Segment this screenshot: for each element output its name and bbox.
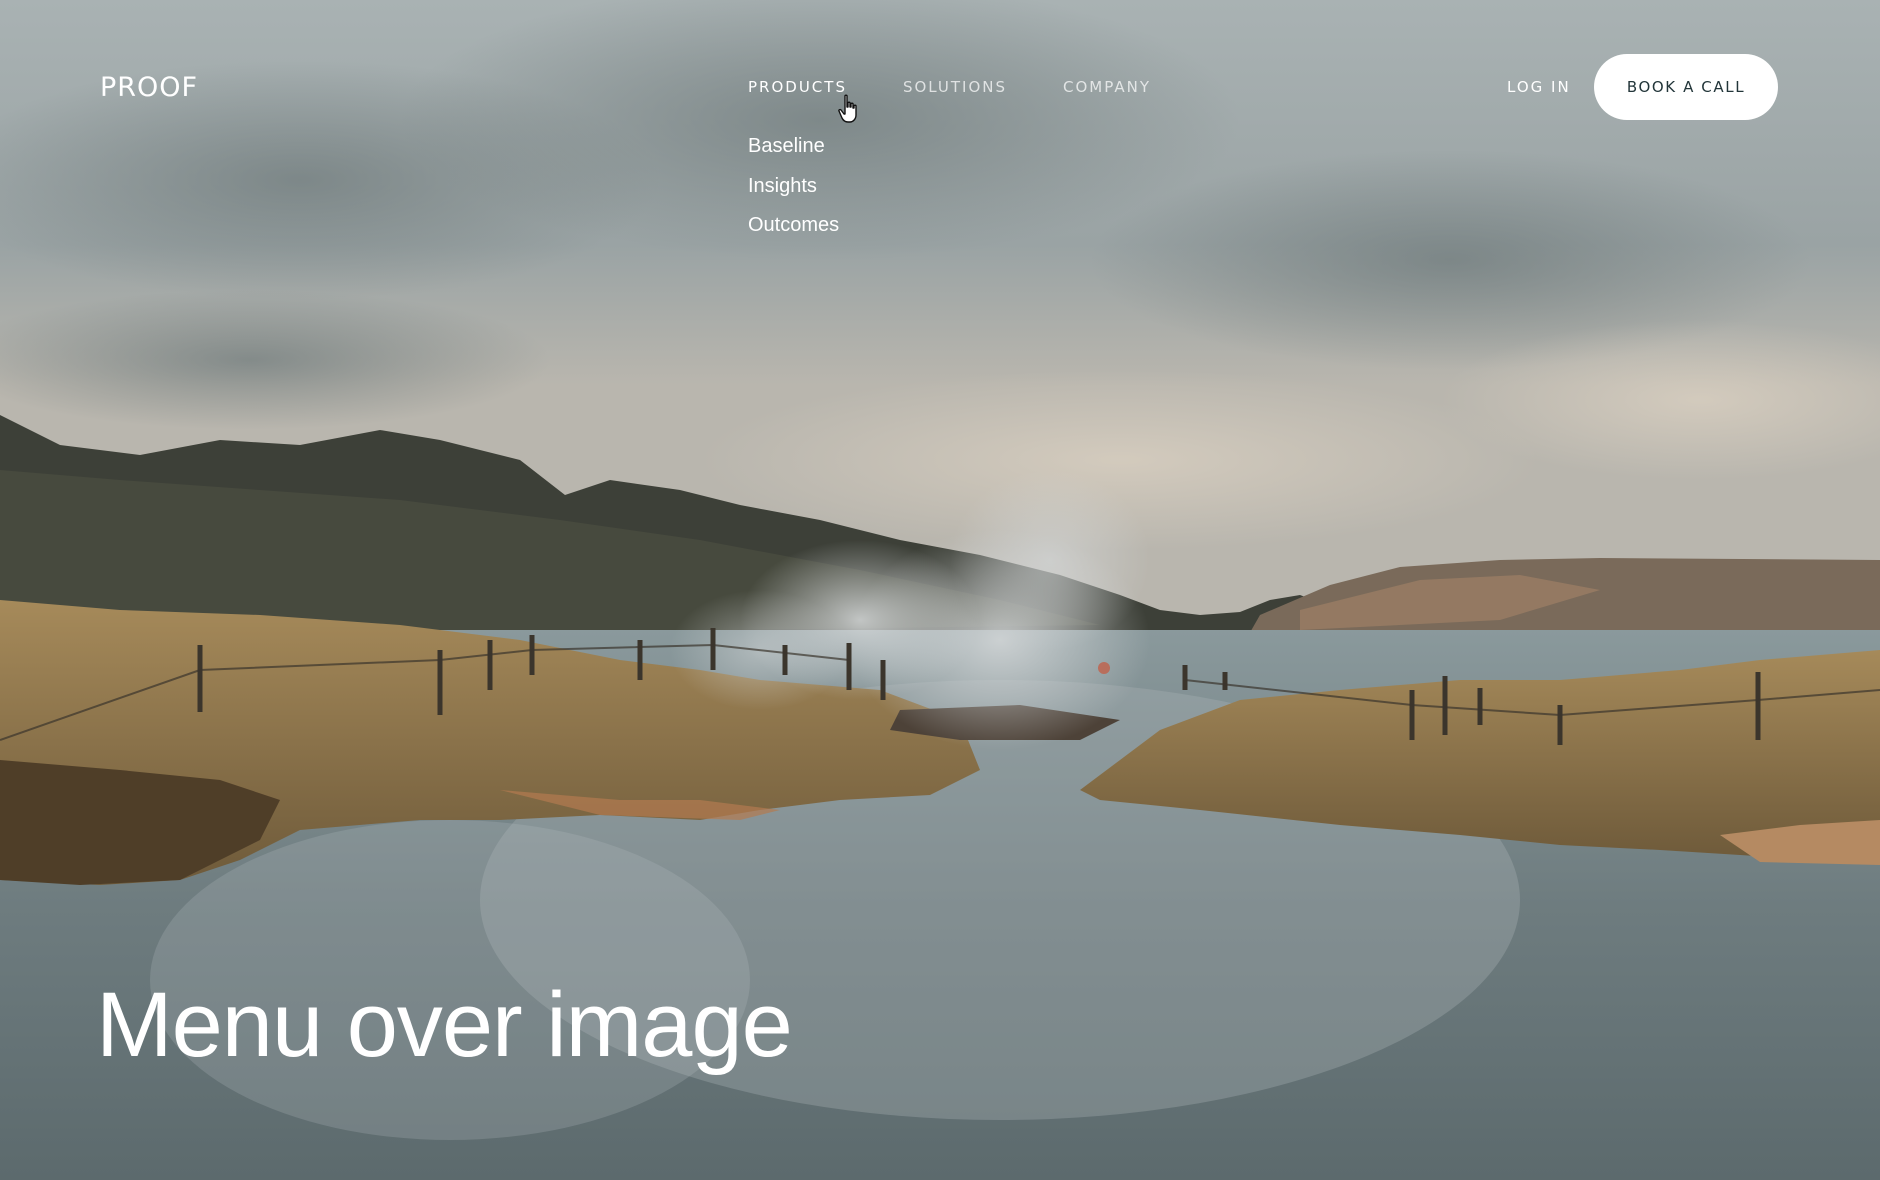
hand-pointer-icon — [838, 94, 857, 123]
menu-item-baseline[interactable]: Baseline — [748, 133, 839, 173]
book-a-call-button[interactable]: BOOK A CALL — [1594, 54, 1778, 120]
menu-item-insights[interactable]: Insights — [748, 173, 839, 213]
nav-company[interactable]: COMPANY — [1063, 78, 1151, 96]
nav-products[interactable]: PRODUCTS — [748, 78, 847, 96]
nav-solutions[interactable]: SOLUTIONS — [903, 78, 1007, 96]
login-link[interactable]: LOG IN — [1507, 78, 1571, 96]
main-menu: PRODUCTS SOLUTIONS COMPANY — [748, 78, 1151, 96]
top-navigation: PROOF PRODUCTS SOLUTIONS COMPANY Baselin… — [0, 0, 1880, 236]
products-dropdown: Baseline Insights Outcomes — [748, 133, 839, 252]
page: PROOF PRODUCTS SOLUTIONS COMPANY Baselin… — [0, 0, 1880, 1180]
proof-logo[interactable]: PROOF — [100, 74, 198, 101]
menu-item-outcomes[interactable]: Outcomes — [748, 212, 839, 252]
hero-title: Menu over image — [96, 974, 793, 1076]
